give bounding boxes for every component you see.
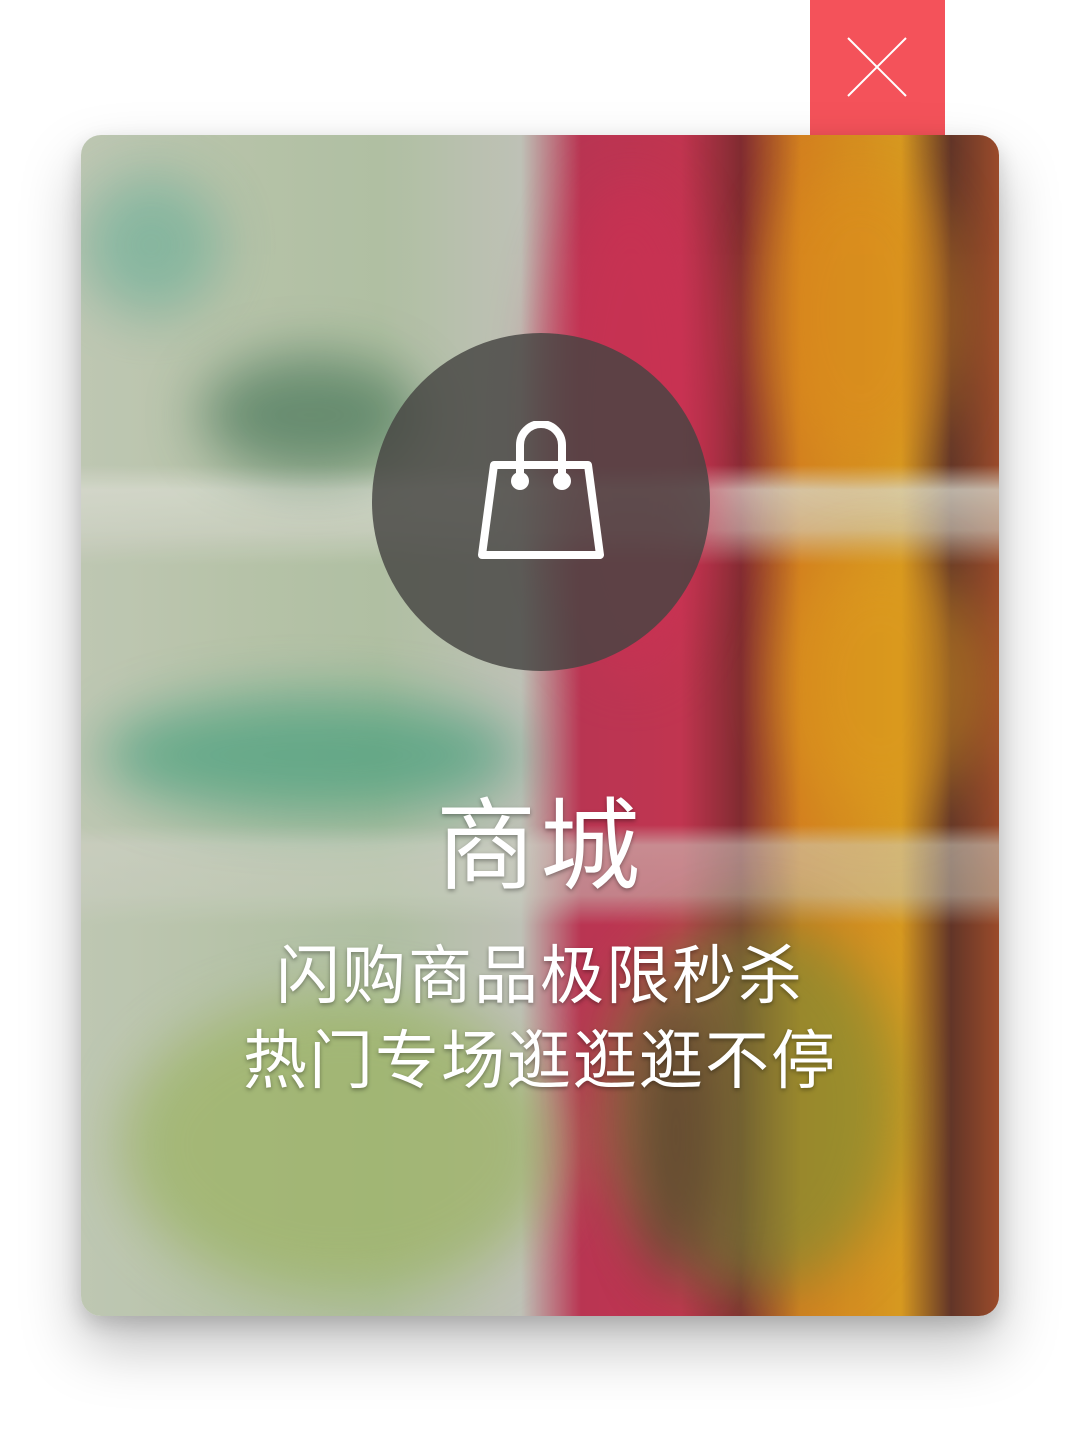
promo-subtitle-line1: 闪购商品极限秒杀 <box>276 940 804 1014</box>
stage: 商城 闪购商品极限秒杀 热门专场逛逛逛不停 <box>0 0 1080 1452</box>
promo-subtitle-line2: 热门专场逛逛逛不停 <box>243 1025 837 1099</box>
promo-title: 商城 <box>436 788 644 905</box>
card-overlay <box>81 135 999 1316</box>
promo-card[interactable]: 商城 闪购商品极限秒杀 热门专场逛逛逛不停 <box>81 135 999 1316</box>
close-icon <box>847 37 907 97</box>
shopping-bag-badge <box>372 333 710 671</box>
shopping-bag-icon <box>478 421 604 559</box>
